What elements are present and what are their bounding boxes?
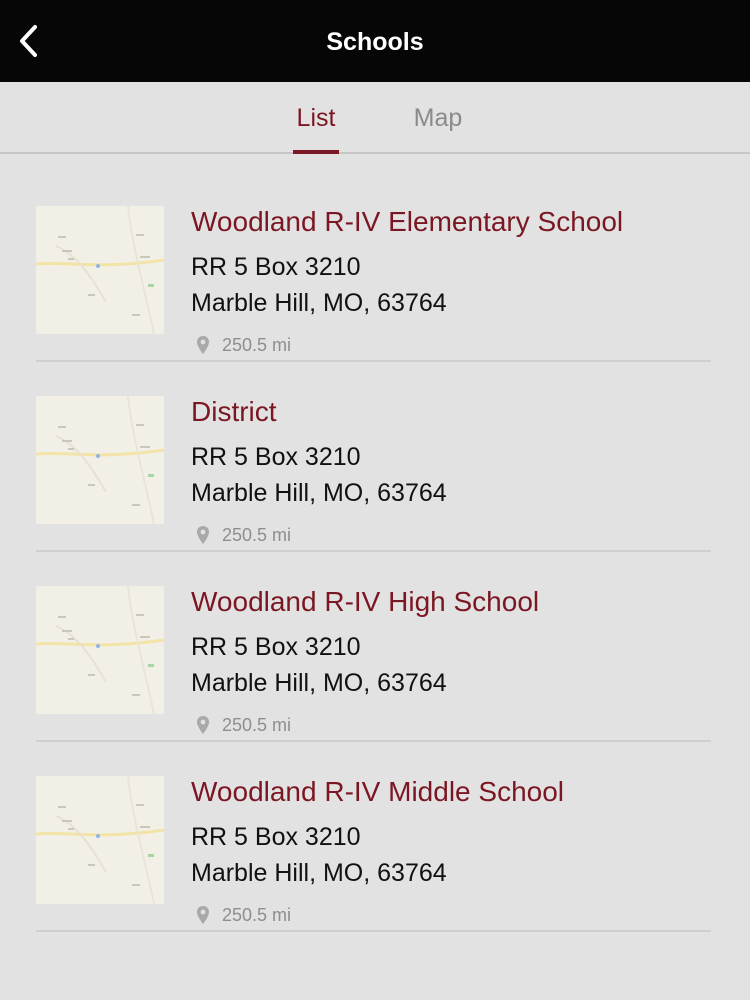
address-line-2: Marble Hill, MO, 63764 — [191, 289, 447, 317]
address-line-2: Marble Hill, MO, 63764 — [191, 859, 447, 887]
map-thumbnail — [36, 776, 164, 904]
school-name: Woodland R-IV Middle School — [191, 776, 565, 807]
active-tab-indicator — [293, 150, 339, 154]
school-name: Woodland R-IV Elementary School — [191, 206, 624, 237]
distance-value: 250.5 mi — [222, 334, 292, 355]
distance-value: 250.5 mi — [222, 904, 292, 925]
distance: 250.5 mi — [196, 334, 291, 356]
school-list-item[interactable]: Woodland R-IV High School RR 5 Box 3210 … — [36, 552, 711, 742]
distance-value: 250.5 mi — [222, 714, 292, 735]
distance: 250.5 mi — [196, 714, 291, 736]
address-line-1: RR 5 Box 3210 — [191, 443, 361, 471]
address-line-2: Marble Hill, MO, 63764 — [191, 479, 447, 507]
tab-list[interactable]: List — [293, 82, 339, 154]
map-thumbnail — [36, 206, 164, 334]
location-pin-icon — [197, 526, 209, 544]
school-name: Woodland R-IV High School — [191, 586, 540, 617]
map-thumbnail — [36, 396, 164, 524]
map-thumbnail — [36, 586, 164, 714]
map-thumbnail-image — [36, 396, 164, 524]
address-line-1: RR 5 Box 3210 — [191, 823, 361, 851]
address-line-1: RR 5 Box 3210 — [191, 253, 361, 281]
distance: 250.5 mi — [196, 904, 291, 926]
address-line-2: Marble Hill, MO, 63764 — [191, 669, 447, 697]
distance: 250.5 mi — [196, 524, 291, 546]
tab-map[interactable]: Map — [408, 82, 468, 154]
school-name: District — [191, 396, 277, 427]
school-list-item[interactable]: Woodland R-IV Elementary School RR 5 Box… — [36, 172, 711, 362]
school-list-item[interactable]: Woodland R-IV Middle School RR 5 Box 321… — [36, 742, 711, 932]
map-thumbnail-image — [36, 776, 164, 904]
address-line-1: RR 5 Box 3210 — [191, 633, 361, 661]
location-pin-icon — [197, 906, 209, 924]
segmented-tabs: List Map — [0, 82, 750, 154]
location-pin-icon — [197, 716, 209, 734]
page-title: Schools — [326, 28, 424, 56]
distance-value: 250.5 mi — [222, 524, 292, 545]
school-list-item[interactable]: District RR 5 Box 3210 Marble Hill, MO, … — [36, 362, 711, 552]
map-thumbnail-image — [36, 586, 164, 714]
map-thumbnail-image — [36, 206, 164, 334]
location-pin-icon — [197, 336, 209, 354]
top-navigation-bar: Schools — [0, 0, 750, 82]
